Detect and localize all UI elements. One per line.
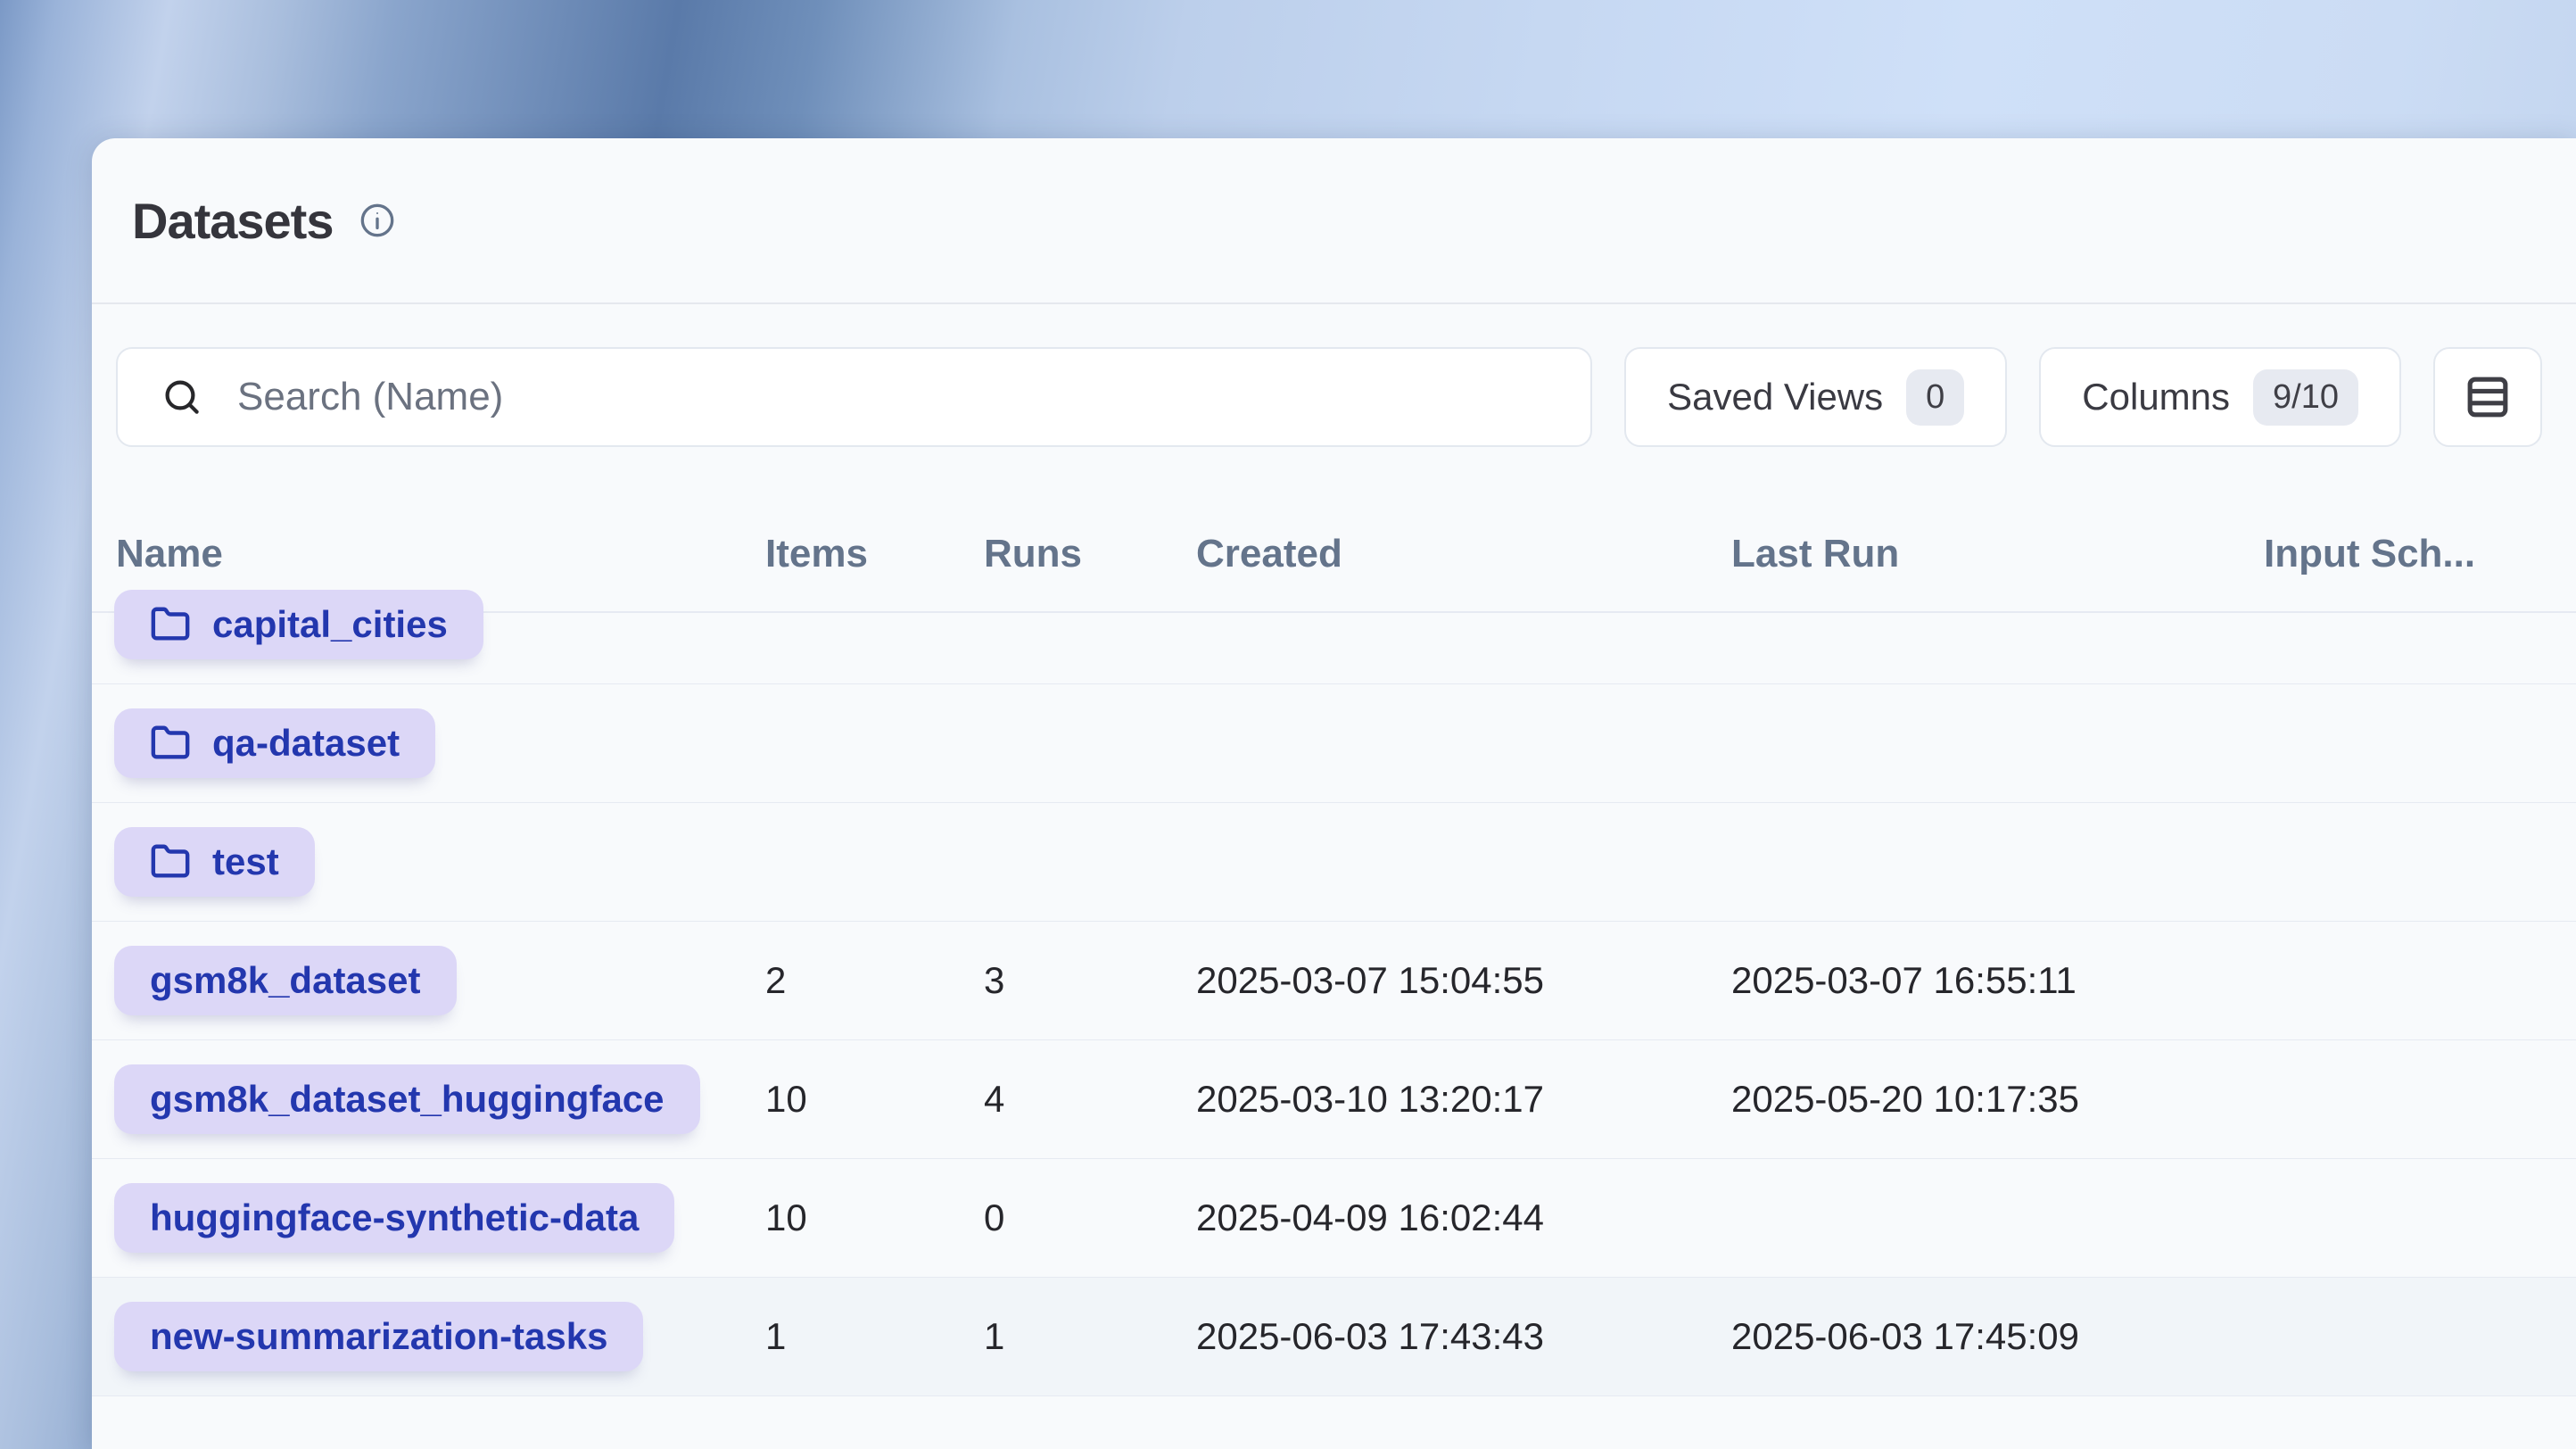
dataset-name: new-summarization-tasks bbox=[150, 1315, 607, 1358]
cell-items bbox=[765, 566, 984, 684]
cell-items bbox=[765, 684, 984, 803]
folder-icon bbox=[150, 723, 191, 764]
toolbar: Saved Views 0 Columns 9/10 bbox=[116, 347, 2542, 447]
table-row: qa-dataset bbox=[92, 684, 765, 803]
cell-last-run: 2025-06-03 17:45:09 bbox=[1731, 1278, 2264, 1396]
cell-last-run bbox=[1731, 566, 2264, 684]
page-header: Datasets bbox=[92, 138, 2576, 304]
cell-created: 2025-03-07 15:04:55 bbox=[1196, 922, 1731, 1040]
folder-icon bbox=[150, 841, 191, 882]
cell-items: 10 bbox=[765, 1159, 984, 1278]
folder-link-test[interactable]: test bbox=[114, 827, 315, 897]
datasets-table: Name Items Runs Created Last Run Input S… bbox=[92, 447, 2576, 1449]
dataset-link-huggingface-synthetic-data[interactable]: huggingface-synthetic-data bbox=[114, 1183, 674, 1253]
cell-created bbox=[1196, 566, 1731, 684]
cell-runs: 0 bbox=[984, 1159, 1196, 1278]
cell-runs bbox=[984, 684, 1196, 803]
cell-last-run: 2025-03-07 16:55:11 bbox=[1731, 922, 2264, 1040]
search-box[interactable] bbox=[116, 347, 1592, 447]
saved-views-label: Saved Views bbox=[1667, 376, 1883, 418]
saved-views-count-badge: 0 bbox=[1906, 369, 1964, 426]
cell-last-run: 2025-05-20 10:17:35 bbox=[1731, 1040, 2264, 1159]
page-title: Datasets bbox=[132, 192, 333, 250]
cell-items: 2 bbox=[765, 922, 984, 1040]
table-row: gsm8k_dataset bbox=[92, 922, 765, 1040]
table-row: new-summarization-tasks bbox=[92, 1278, 765, 1396]
cell-items: 1 bbox=[765, 1278, 984, 1396]
cell-created bbox=[1196, 684, 1731, 803]
columns-count-badge: 9/10 bbox=[2253, 369, 2358, 426]
table-row: capital_cities bbox=[92, 566, 765, 684]
saved-views-button[interactable]: Saved Views 0 bbox=[1624, 347, 2007, 447]
table-row: gsm8k_dataset_huggingface bbox=[92, 1040, 765, 1159]
dataset-name: gsm8k_dataset bbox=[150, 959, 421, 1002]
dataset-link-gsm8k-dataset[interactable]: gsm8k_dataset bbox=[114, 946, 457, 1015]
table-row: huggingface-synthetic-data bbox=[92, 1159, 765, 1278]
cell-input-schema bbox=[2264, 922, 2576, 1040]
cell-input-schema bbox=[2264, 1159, 2576, 1278]
cell-created: 2025-04-09 16:02:44 bbox=[1196, 1159, 1731, 1278]
cell-input-schema bbox=[2264, 803, 2576, 922]
cell-created: 2025-06-03 17:43:43 bbox=[1196, 1278, 1731, 1396]
cell-input-schema bbox=[2264, 1278, 2576, 1396]
cell-created bbox=[1196, 803, 1731, 922]
columns-button[interactable]: Columns 9/10 bbox=[2039, 347, 2401, 447]
cell-last-run bbox=[1731, 1159, 2264, 1278]
cell-items: 10 bbox=[765, 1040, 984, 1159]
cell-input-schema bbox=[2264, 1040, 2576, 1159]
dataset-name: qa-dataset bbox=[212, 722, 400, 765]
cell-last-run bbox=[1731, 684, 2264, 803]
datasets-panel: Datasets Saved Views 0 Columns bbox=[92, 138, 2576, 1449]
dataset-name: gsm8k_dataset_huggingface bbox=[150, 1078, 665, 1121]
row-height-button[interactable] bbox=[2433, 347, 2542, 447]
dataset-link-gsm8k-dataset-huggingface[interactable]: gsm8k_dataset_huggingface bbox=[114, 1064, 700, 1134]
cell-runs bbox=[984, 566, 1196, 684]
dataset-name: huggingface-synthetic-data bbox=[150, 1196, 639, 1239]
search-icon bbox=[161, 376, 203, 418]
dataset-name: test bbox=[212, 840, 279, 883]
dataset-name: capital_cities bbox=[212, 603, 448, 646]
table-rows-icon bbox=[2463, 372, 2513, 422]
cell-input-schema bbox=[2264, 684, 2576, 803]
cell-runs bbox=[984, 803, 1196, 922]
cell-runs: 3 bbox=[984, 922, 1196, 1040]
cell-items bbox=[765, 803, 984, 922]
info-icon[interactable] bbox=[359, 203, 395, 238]
cell-runs: 1 bbox=[984, 1278, 1196, 1396]
cell-input-schema bbox=[2264, 566, 2576, 684]
table-row: test bbox=[92, 803, 765, 922]
cell-created: 2025-03-10 13:20:17 bbox=[1196, 1040, 1731, 1159]
folder-icon bbox=[150, 604, 191, 645]
search-input[interactable] bbox=[237, 375, 1548, 419]
cell-runs: 4 bbox=[984, 1040, 1196, 1159]
folder-link-capital-cities[interactable]: capital_cities bbox=[114, 590, 483, 659]
cell-last-run bbox=[1731, 803, 2264, 922]
dataset-link-new-summarization-tasks[interactable]: new-summarization-tasks bbox=[114, 1302, 643, 1371]
folder-link-qa-dataset[interactable]: qa-dataset bbox=[114, 708, 435, 778]
columns-label: Columns bbox=[2082, 376, 2230, 418]
